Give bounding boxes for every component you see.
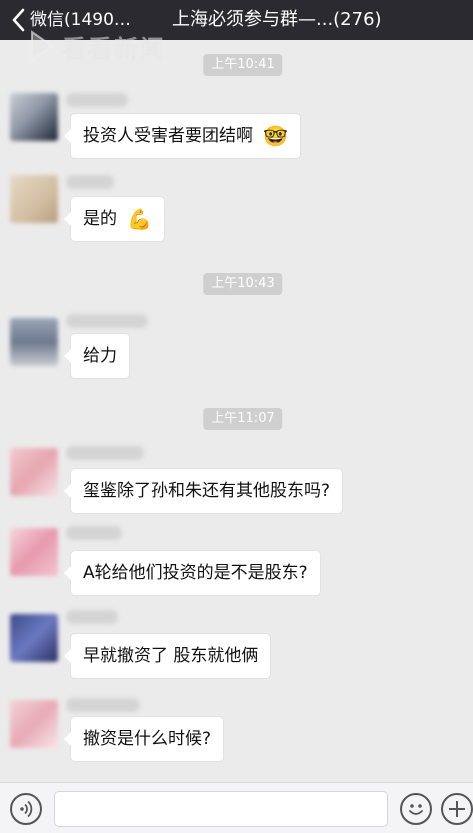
message-bubble[interactable]: A轮给他们投资的是不是股东? <box>64 550 321 596</box>
nickname-blurred <box>66 526 122 540</box>
timestamp: 上午11:07 <box>203 408 283 430</box>
input-bar <box>0 782 473 833</box>
timestamp: 上午10:41 <box>203 54 283 76</box>
timestamp: 上午10:43 <box>203 273 283 295</box>
message-bubble[interactable]: 早就撤资了 股东就他俩 <box>63 633 272 679</box>
message-text: 投资人受害者要团结啊 <box>83 126 253 146</box>
avatar[interactable] <box>10 175 58 223</box>
nickname-blurred <box>66 93 128 107</box>
avatar[interactable] <box>10 93 58 141</box>
nerd-face-icon: 🤓 <box>263 124 288 148</box>
message-bubble[interactable]: 投资人受害者要团结啊 🤓 <box>64 113 301 159</box>
nickname-blurred <box>66 698 140 712</box>
chat-area[interactable]: 上午10:41 投资人受害者要团结啊 🤓 是的 💪 上午10:43 给力 上午1… <box>0 40 473 782</box>
nickname-blurred <box>66 175 114 189</box>
chat-title: 上海必须参与群—...(276) <box>172 9 382 30</box>
message-input[interactable] <box>54 791 388 827</box>
plus-icon <box>449 801 465 817</box>
avatar[interactable] <box>10 614 58 662</box>
message-text: 玺鉴除了孙和朱还有其他股东吗? <box>83 481 331 501</box>
nickname-blurred <box>66 610 118 624</box>
message-text: A轮给他们投资的是不是股东? <box>83 563 308 583</box>
flexed-biceps-icon: 💪 <box>127 207 152 231</box>
chat-screen: 微信(1490… 上海必须参与群—...(276) 看看新闻 上午10:41 投… <box>0 0 473 833</box>
voice-icon <box>20 800 33 818</box>
nickname-blurred <box>66 446 144 460</box>
chevron-left-icon <box>12 8 25 32</box>
avatar[interactable] <box>10 700 58 748</box>
message-text: 撤资是什么时候? <box>83 729 212 749</box>
message-text: 是的 <box>83 209 117 229</box>
more-button[interactable] <box>441 793 473 825</box>
emoji-icon <box>409 804 423 815</box>
message-bubble[interactable]: 给力 <box>64 333 130 379</box>
message-bubble[interactable]: 是的 💪 <box>64 196 165 242</box>
voice-button[interactable] <box>10 793 42 825</box>
emoji-button[interactable] <box>400 793 432 825</box>
message-bubble[interactable]: 玺鉴除了孙和朱还有其他股东吗? <box>63 468 344 514</box>
nickname-blurred <box>66 314 148 328</box>
avatar[interactable] <box>10 448 58 496</box>
message-text: 给力 <box>83 346 117 366</box>
avatar[interactable] <box>10 528 58 576</box>
message-bubble[interactable]: 撤资是什么时候? <box>63 716 225 762</box>
avatar[interactable] <box>10 318 58 366</box>
message-text: 早就撤资了 股东就他俩 <box>83 646 259 666</box>
